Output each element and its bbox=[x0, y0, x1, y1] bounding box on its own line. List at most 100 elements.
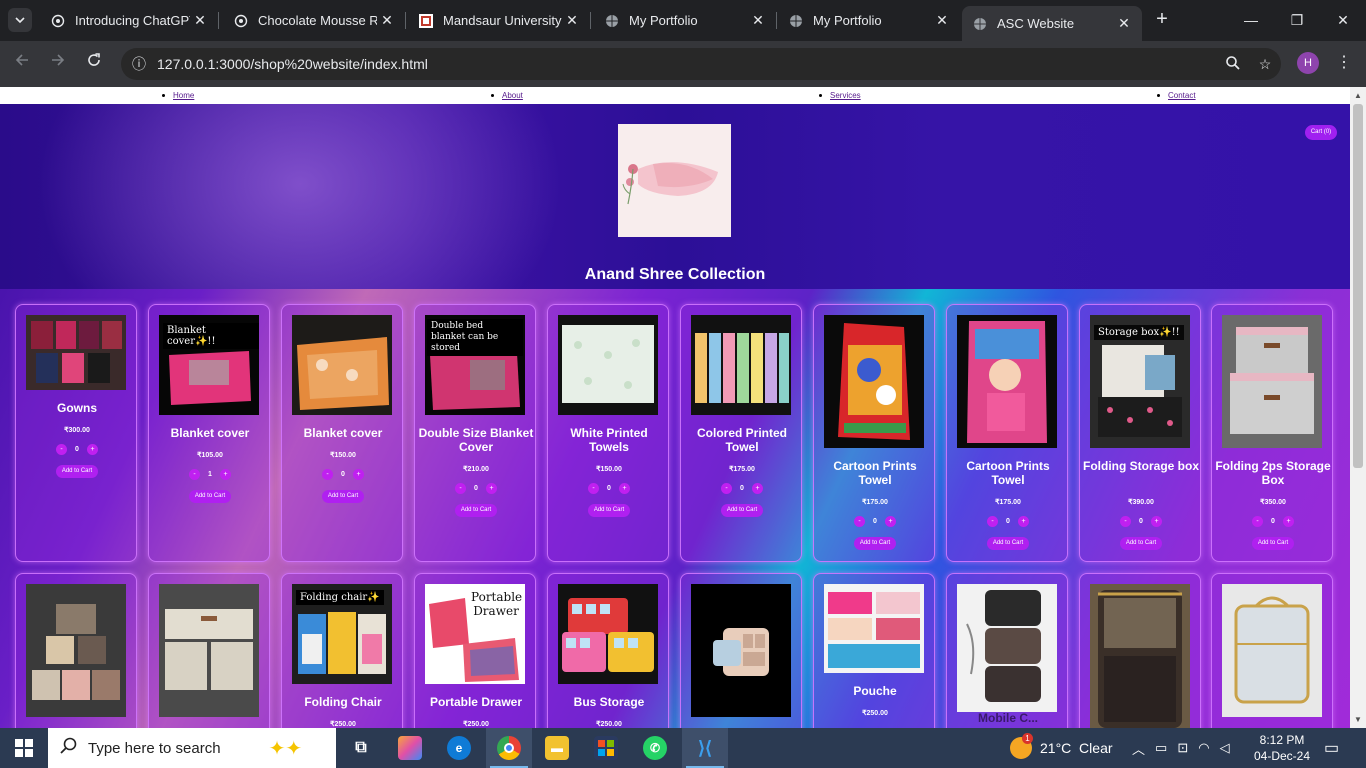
battery-icon[interactable]: ▭ bbox=[1155, 740, 1167, 756]
increase-button[interactable]: + bbox=[1283, 516, 1294, 527]
nav-services-label[interactable]: Services bbox=[830, 91, 861, 100]
zoom-icon[interactable] bbox=[1217, 55, 1249, 74]
decrease-button[interactable]: - bbox=[1252, 516, 1263, 527]
cart-button[interactable]: Cart (0) bbox=[1305, 125, 1337, 140]
bookmark-star-icon[interactable]: ☆ bbox=[1249, 56, 1281, 73]
decrease-button[interactable]: - bbox=[987, 516, 998, 527]
device-icon[interactable]: ⊡ bbox=[1177, 740, 1188, 756]
increase-button[interactable]: + bbox=[619, 483, 630, 494]
search-placeholder: Type here to search bbox=[88, 739, 221, 757]
taskbar-search[interactable]: Type here to search ✦✦ bbox=[48, 728, 336, 768]
product-price: ₹250.00 bbox=[596, 721, 622, 728]
weather-moon-icon: 1 bbox=[1010, 733, 1033, 759]
add-to-cart-button[interactable]: Add to Cart bbox=[1120, 537, 1162, 550]
new-tab-button[interactable]: + bbox=[1150, 8, 1174, 32]
increase-button[interactable]: + bbox=[87, 444, 98, 455]
close-window-button[interactable]: ✕ bbox=[1328, 8, 1358, 32]
product-price: ₹105.00 bbox=[197, 452, 223, 459]
nav-contact-label[interactable]: Contact bbox=[1168, 91, 1196, 100]
task-view-icon[interactable]: ⧉ bbox=[349, 736, 373, 760]
add-to-cart-button[interactable]: Add to Cart bbox=[721, 504, 763, 517]
tab-3[interactable]: My Portfolio ✕ bbox=[594, 0, 776, 41]
tab-divider bbox=[776, 12, 777, 29]
scroll-down-icon[interactable]: ▼ bbox=[1354, 715, 1362, 724]
add-to-cart-button[interactable]: Add to Cart bbox=[56, 465, 98, 478]
increase-button[interactable]: + bbox=[752, 483, 763, 494]
add-to-cart-button[interactable]: Add to Cart bbox=[987, 537, 1029, 550]
profile-avatar[interactable]: H bbox=[1297, 52, 1319, 74]
chevron-up-icon[interactable]: ︿ bbox=[1132, 739, 1145, 758]
add-to-cart-button[interactable]: Add to Cart bbox=[189, 490, 231, 503]
weather-widget[interactable]: 1 21°C Clear bbox=[1010, 728, 1113, 768]
close-tab-icon[interactable]: ✕ bbox=[190, 12, 210, 29]
address-bar[interactable]: ⓘ 127.0.0.1:3000/shop%20website/index.ht… bbox=[121, 48, 1281, 80]
add-to-cart-button[interactable]: Add to Cart bbox=[322, 490, 364, 503]
site-info-icon[interactable]: ⓘ bbox=[121, 54, 157, 74]
wifi-icon[interactable]: ◠ bbox=[1198, 740, 1209, 756]
tab-1[interactable]: Chocolate Mousse Re ✕ bbox=[223, 0, 405, 41]
scroll-up-icon[interactable]: ▲ bbox=[1354, 91, 1362, 100]
clock[interactable]: 8:12 PM 04-Dec-24 bbox=[1252, 728, 1312, 768]
decrease-button[interactable]: - bbox=[721, 483, 732, 494]
increase-button[interactable]: + bbox=[1018, 516, 1029, 527]
product-image-jewelry-box bbox=[691, 584, 791, 717]
whatsapp-icon[interactable]: ✆ bbox=[643, 736, 667, 760]
increase-button[interactable]: + bbox=[486, 483, 497, 494]
close-tab-icon[interactable]: ✕ bbox=[1114, 15, 1134, 32]
close-tab-icon[interactable]: ✕ bbox=[562, 12, 582, 29]
increase-button[interactable]: + bbox=[885, 516, 896, 527]
decrease-button[interactable]: - bbox=[189, 469, 200, 480]
restore-button[interactable]: ❐ bbox=[1282, 8, 1312, 32]
decrease-button[interactable]: - bbox=[588, 483, 599, 494]
vscode-icon[interactable]: ⟩⟨ bbox=[693, 736, 717, 760]
product-image-towels-colored bbox=[691, 315, 791, 415]
reload-button[interactable] bbox=[82, 52, 106, 76]
add-to-cart-button[interactable]: Add to Cart bbox=[455, 504, 497, 517]
close-tab-icon[interactable]: ✕ bbox=[748, 12, 768, 29]
increase-button[interactable]: + bbox=[1151, 516, 1162, 527]
nav-about[interactable]: About bbox=[491, 91, 523, 100]
tab-2[interactable]: Mandsaur University ✕ bbox=[408, 0, 590, 41]
decrease-button[interactable]: - bbox=[1120, 516, 1131, 527]
product-card: Blanket cover✨!! Blanket cover ₹105.00 -… bbox=[148, 304, 270, 562]
increase-button[interactable]: + bbox=[353, 469, 364, 480]
decrease-button[interactable]: - bbox=[322, 469, 333, 480]
nav-home-label[interactable]: Home bbox=[173, 91, 194, 100]
back-button[interactable] bbox=[10, 52, 34, 76]
chrome-browser-icon[interactable] bbox=[497, 736, 521, 760]
close-tab-icon[interactable]: ✕ bbox=[377, 12, 397, 29]
tab-0[interactable]: Introducing ChatGPT ✕ bbox=[40, 0, 218, 41]
nav-services[interactable]: Services bbox=[819, 91, 861, 100]
forward-button[interactable] bbox=[46, 52, 70, 76]
minimize-button[interactable]: — bbox=[1236, 8, 1266, 32]
file-explorer-icon[interactable]: ▬ bbox=[545, 736, 569, 760]
decrease-button[interactable]: - bbox=[854, 516, 865, 527]
microsoft-store-icon[interactable] bbox=[594, 736, 618, 760]
nav-contact[interactable]: Contact bbox=[1157, 91, 1196, 100]
product-badge: Blanket cover✨!! bbox=[163, 323, 259, 349]
add-to-cart-button[interactable]: Add to Cart bbox=[1252, 537, 1294, 550]
url-text[interactable]: 127.0.0.1:3000/shop%20website/index.html bbox=[157, 56, 1217, 72]
close-tab-icon[interactable]: ✕ bbox=[932, 12, 952, 29]
tab-divider bbox=[218, 12, 219, 29]
site-title: Anand Shree Collection bbox=[584, 266, 766, 283]
add-to-cart-button[interactable]: Add to Cart bbox=[588, 504, 630, 517]
tab-search-button[interactable] bbox=[8, 8, 32, 32]
nav-home[interactable]: Home bbox=[162, 91, 194, 100]
edge-browser-icon[interactable]: e bbox=[447, 736, 471, 760]
product-card: Cartoon Prints Towel ₹175.00 - 0 + Add to … bbox=[946, 304, 1068, 562]
decrease-button[interactable]: - bbox=[455, 483, 466, 494]
tab-5-active[interactable]: ASC Website ✕ bbox=[962, 6, 1142, 41]
more-menu-icon[interactable]: ⋮ bbox=[1336, 52, 1352, 72]
increase-button[interactable]: + bbox=[220, 469, 231, 480]
tab-4[interactable]: My Portfolio ✕ bbox=[778, 0, 960, 41]
nav-about-label[interactable]: About bbox=[502, 91, 523, 100]
scrollbar-thumb[interactable] bbox=[1353, 104, 1363, 468]
add-to-cart-button[interactable]: Add to Cart bbox=[854, 537, 896, 550]
decrease-button[interactable]: - bbox=[56, 444, 67, 455]
windows-start-icon[interactable] bbox=[12, 736, 36, 760]
copilot-app-icon[interactable] bbox=[398, 736, 422, 760]
volume-icon[interactable]: ◁ bbox=[1220, 740, 1230, 756]
notification-icon[interactable]: ▭ bbox=[1324, 728, 1339, 768]
page-scrollbar[interactable]: ▲ ▼ bbox=[1350, 87, 1366, 728]
